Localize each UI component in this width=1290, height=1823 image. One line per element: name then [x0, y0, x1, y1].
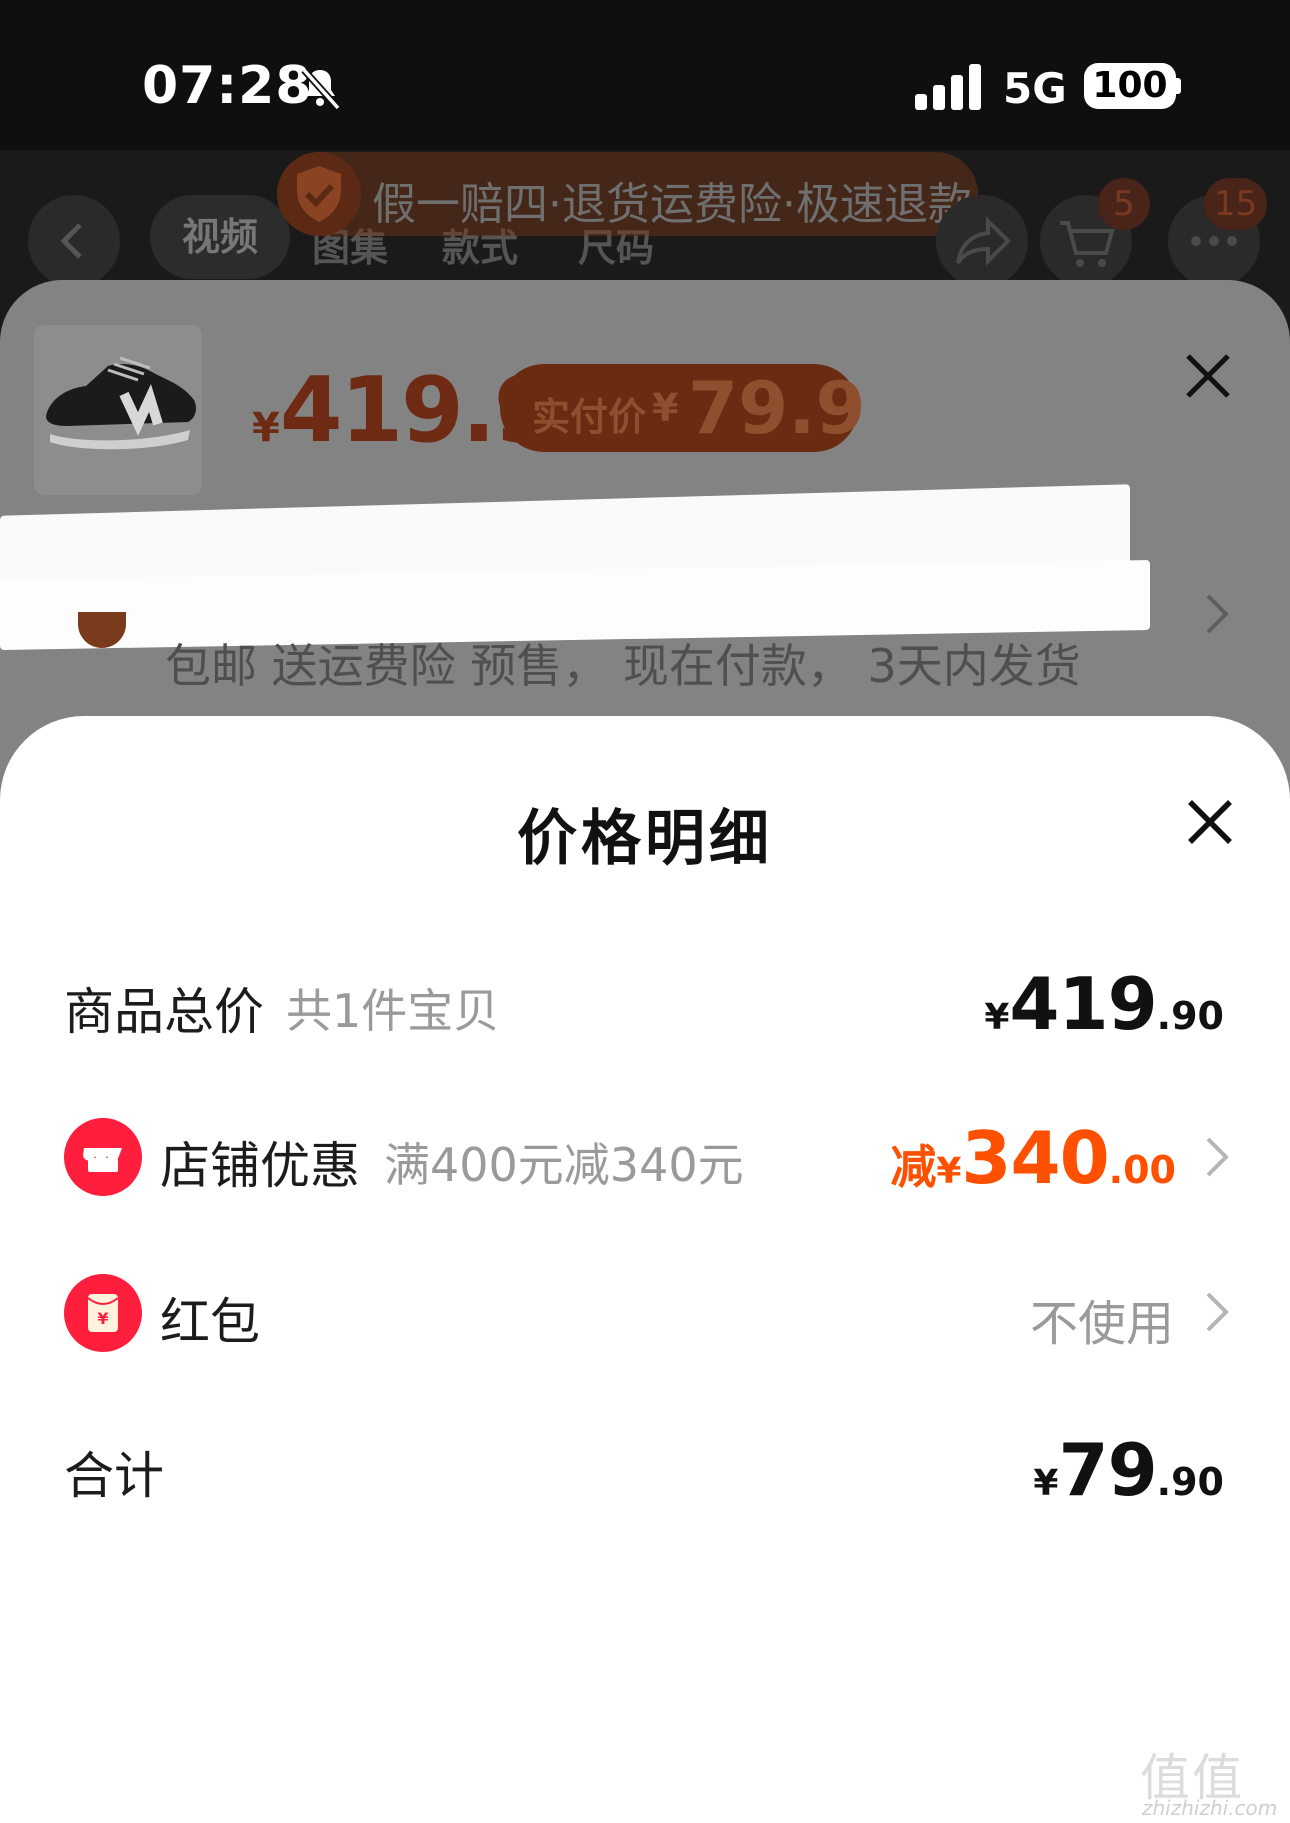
red-packet-label: 红包: [160, 1293, 260, 1351]
svg-text:¥: ¥: [97, 1309, 108, 1328]
price-detail-sheet: [0, 716, 1290, 1823]
total-amount: ¥79.90: [1033, 1428, 1224, 1512]
currency-symbol: ¥: [936, 1151, 962, 1192]
chevron-right-icon[interactable]: [1204, 1290, 1230, 1334]
amount-integer: 79: [1058, 1428, 1157, 1512]
service-info: 包邮 送运费险 预售， 现在付款， 3天内发货: [165, 639, 1081, 693]
sneaker-image: [46, 356, 196, 450]
store-discount-label: 店铺优惠: [160, 1137, 360, 1195]
watermark: 值值值 zhizhizhi.com: [1140, 1738, 1290, 1823]
actual-pay-value: 79.9: [688, 366, 866, 450]
tab-video[interactable]: 视频: [150, 195, 290, 279]
subtotal-amount: ¥419.90: [984, 962, 1224, 1046]
red-packet-value[interactable]: 不使用: [1030, 1284, 1174, 1354]
back-icon: [60, 223, 82, 259]
battery-indicator: 100: [1084, 63, 1176, 109]
watermark-url: zhizhizhi.com: [1142, 1796, 1278, 1820]
subtotal-label: 商品总价: [64, 983, 264, 1041]
chevron-right-icon[interactable]: [1204, 1135, 1230, 1179]
currency-symbol: ¥: [252, 405, 280, 451]
signal-icon: [915, 64, 981, 110]
store-discount-rule: 满400元减340元: [384, 1138, 744, 1192]
sheet-title: 价格明细: [517, 804, 773, 874]
close-icon[interactable]: [1184, 796, 1236, 848]
network-label: 5G: [1003, 64, 1067, 113]
currency-symbol: ¥: [1033, 1463, 1059, 1504]
actual-pay-currency: ¥: [652, 386, 679, 430]
amount-decimal: .90: [1156, 1460, 1224, 1504]
amount-integer: 419: [1009, 962, 1157, 1046]
amount-decimal: .90: [1156, 994, 1224, 1038]
cart-count-badge: 5: [1098, 178, 1150, 230]
back-button[interactable]: [28, 195, 120, 287]
battery-tip: [1176, 78, 1181, 94]
amount-decimal: .00: [1108, 1148, 1176, 1192]
status-time: 07:28: [142, 56, 313, 116]
chevron-right-icon[interactable]: [1202, 592, 1232, 636]
discount-prefix: 减: [890, 1140, 937, 1194]
actual-pay-label: 实付价: [532, 395, 647, 439]
message-count-badge: 15: [1204, 178, 1268, 230]
store-icon: [64, 1118, 142, 1196]
item-count: 共1件宝贝: [286, 984, 500, 1038]
share-button[interactable]: [936, 195, 1028, 287]
share-icon: [956, 216, 1011, 266]
red-packet-icon: ¥: [64, 1274, 142, 1352]
currency-symbol: ¥: [984, 997, 1010, 1038]
shield-check-icon: [277, 152, 361, 236]
bell-slash-icon: [301, 67, 341, 111]
store-discount-amount[interactable]: 减¥340.00: [890, 1116, 1176, 1200]
close-icon[interactable]: [1182, 350, 1234, 402]
trust-banner-text: 假一赔四·退货运费险·极速退款: [372, 179, 972, 230]
amount-integer: 340: [961, 1116, 1109, 1200]
total-label: 合计: [64, 1447, 164, 1505]
